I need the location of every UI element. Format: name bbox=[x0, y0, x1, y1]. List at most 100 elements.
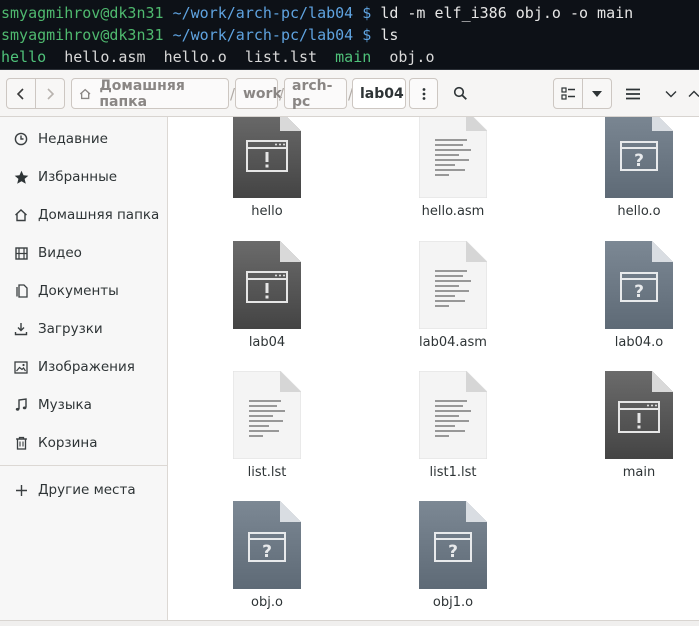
sidebar-item-music[interactable]: Музыка bbox=[0, 387, 167, 423]
breadcrumb-arch-pc[interactable]: arch-pc bbox=[284, 78, 347, 110]
text-file-icon bbox=[419, 241, 487, 329]
executable-file-icon bbox=[233, 117, 301, 198]
sidebar: Недавние Избранные Домашняя папка Видео … bbox=[0, 117, 168, 626]
sidebar-item-label: Корзина bbox=[38, 435, 98, 451]
file-name: lab04 bbox=[248, 335, 286, 350]
terminal-output-entry: hello.o bbox=[163, 48, 227, 66]
list-view-icon bbox=[561, 87, 575, 100]
video-icon bbox=[13, 245, 29, 261]
unknown-file-icon: ? bbox=[419, 501, 487, 589]
sidebar-item-other-locations[interactable]: Другие места bbox=[0, 472, 167, 508]
file-name: lab04.o bbox=[614, 335, 664, 350]
image-icon bbox=[13, 359, 29, 375]
breadcrumb-work[interactable]: work bbox=[235, 78, 282, 109]
home-icon bbox=[79, 88, 91, 99]
text-file-icon bbox=[419, 117, 487, 198]
unknown-file-icon: ? bbox=[605, 241, 673, 329]
sidebar-item-label: Другие места bbox=[38, 482, 136, 498]
sidebar-item-label: Изображения bbox=[38, 359, 135, 375]
file-name: hello bbox=[251, 204, 283, 219]
home-icon bbox=[13, 207, 29, 223]
file-item[interactable]: main bbox=[564, 371, 699, 491]
file-thumbnail bbox=[192, 117, 342, 200]
file-name: list1.lst bbox=[429, 465, 477, 480]
path-menu-button[interactable] bbox=[409, 78, 438, 109]
file-name: obj.o bbox=[251, 595, 283, 610]
file-item[interactable]: ? obj.o bbox=[192, 501, 342, 621]
download-icon bbox=[13, 321, 29, 337]
list-view-button[interactable] bbox=[554, 79, 582, 108]
breadcrumb-lab04[interactable]: lab04 bbox=[352, 78, 406, 109]
terminal-prompt: $ bbox=[362, 26, 372, 44]
breadcrumb-label: lab04 bbox=[360, 85, 404, 102]
sidebar-item-video[interactable]: Видео bbox=[0, 235, 167, 271]
file-thumbnail bbox=[192, 371, 342, 461]
back-button[interactable] bbox=[7, 79, 35, 108]
sidebar-item-label: Музыка bbox=[38, 397, 92, 413]
terminal-output-entry: hello.asm bbox=[64, 48, 146, 66]
maximize-button[interactable] bbox=[688, 78, 699, 109]
terminal-output-entry: hello bbox=[1, 48, 47, 66]
breadcrumb-home[interactable]: Домашняя папка bbox=[71, 78, 229, 110]
terminal-prompt: $ bbox=[362, 4, 372, 22]
text-file-icon bbox=[419, 371, 487, 459]
file-item[interactable]: hello bbox=[192, 117, 342, 230]
file-thumbnail: ? bbox=[564, 117, 699, 200]
document-icon bbox=[13, 283, 29, 299]
file-item[interactable]: list.lst bbox=[192, 371, 342, 491]
star-icon bbox=[13, 169, 29, 185]
view-options-dropdown[interactable] bbox=[582, 79, 611, 108]
plus-icon bbox=[13, 482, 29, 498]
music-icon bbox=[13, 397, 29, 413]
file-thumbnail bbox=[378, 241, 528, 331]
clock-icon bbox=[13, 131, 29, 147]
file-item[interactable]: ? obj1.o bbox=[378, 501, 528, 621]
breadcrumb-label: work bbox=[243, 85, 282, 102]
chevron-up-icon bbox=[688, 90, 699, 97]
terminal-window[interactable]: smyagmihrov@dk3n31 ~/work/arch-pc/lab04 … bbox=[0, 0, 699, 70]
file-item[interactable]: hello.asm bbox=[378, 117, 528, 230]
window-bottom-edge bbox=[0, 620, 699, 626]
sidebar-divider bbox=[0, 465, 167, 466]
chevron-right-icon bbox=[47, 87, 55, 100]
forward-button[interactable] bbox=[35, 79, 64, 108]
svg-text:?: ? bbox=[448, 542, 458, 562]
file-name: main bbox=[622, 465, 656, 480]
sidebar-item-home[interactable]: Домашняя папка bbox=[0, 197, 167, 233]
file-item[interactable]: lab04.asm bbox=[378, 241, 528, 361]
terminal-path: ~/work/arch-pc/lab04 bbox=[172, 26, 354, 44]
sidebar-item-starred[interactable]: Избранные bbox=[0, 159, 167, 195]
file-thumbnail bbox=[564, 371, 699, 461]
terminal-output-entry: obj.o bbox=[389, 48, 435, 66]
main-menu-button[interactable] bbox=[620, 78, 646, 109]
file-item[interactable]: ? hello.o bbox=[564, 117, 699, 230]
terminal-user: smyagmihrov@dk3n31 bbox=[1, 4, 164, 22]
file-thumbnail bbox=[378, 117, 528, 200]
file-item[interactable]: ? lab04.o bbox=[564, 241, 699, 361]
file-thumbnail: ? bbox=[378, 501, 528, 591]
file-item[interactable]: lab04 bbox=[192, 241, 342, 361]
sidebar-item-downloads[interactable]: Загрузки bbox=[0, 311, 167, 347]
file-item[interactable]: list1.lst bbox=[378, 371, 528, 491]
svg-text:?: ? bbox=[634, 282, 644, 302]
sidebar-item-label: Загрузки bbox=[38, 321, 103, 337]
sidebar-item-recent[interactable]: Недавние bbox=[0, 121, 167, 157]
sidebar-item-documents[interactable]: Документы bbox=[0, 273, 167, 309]
file-name: lab04.asm bbox=[419, 335, 487, 350]
sidebar-item-trash[interactable]: Корзина bbox=[0, 425, 167, 461]
search-button[interactable] bbox=[446, 78, 474, 109]
terminal-line: smyagmihrov@dk3n31 ~/work/arch-pc/lab04 … bbox=[1, 2, 633, 24]
sidebar-item-images[interactable]: Изображения bbox=[0, 349, 167, 385]
toolbar: Домашняя папка / work / arch-pc / lab04 bbox=[0, 70, 699, 117]
terminal-output: hello hello.asm hello.o list.lst main ob… bbox=[1, 46, 435, 68]
executable-file-icon bbox=[605, 371, 673, 459]
svg-text:?: ? bbox=[634, 151, 644, 171]
file-grid: hello hello.asm ? hello.o lab04 lab04.asm? lab… bbox=[169, 117, 699, 626]
terminal-command: ld -m elf_i386 obj.o -o main bbox=[380, 4, 634, 22]
terminal-output-entry: list.lst bbox=[244, 48, 318, 66]
minimize-button[interactable] bbox=[660, 78, 682, 109]
trash-icon bbox=[13, 435, 29, 451]
file-thumbnail: ? bbox=[192, 501, 342, 591]
unknown-file-icon: ? bbox=[605, 117, 673, 198]
file-thumbnail: ? bbox=[564, 241, 699, 331]
